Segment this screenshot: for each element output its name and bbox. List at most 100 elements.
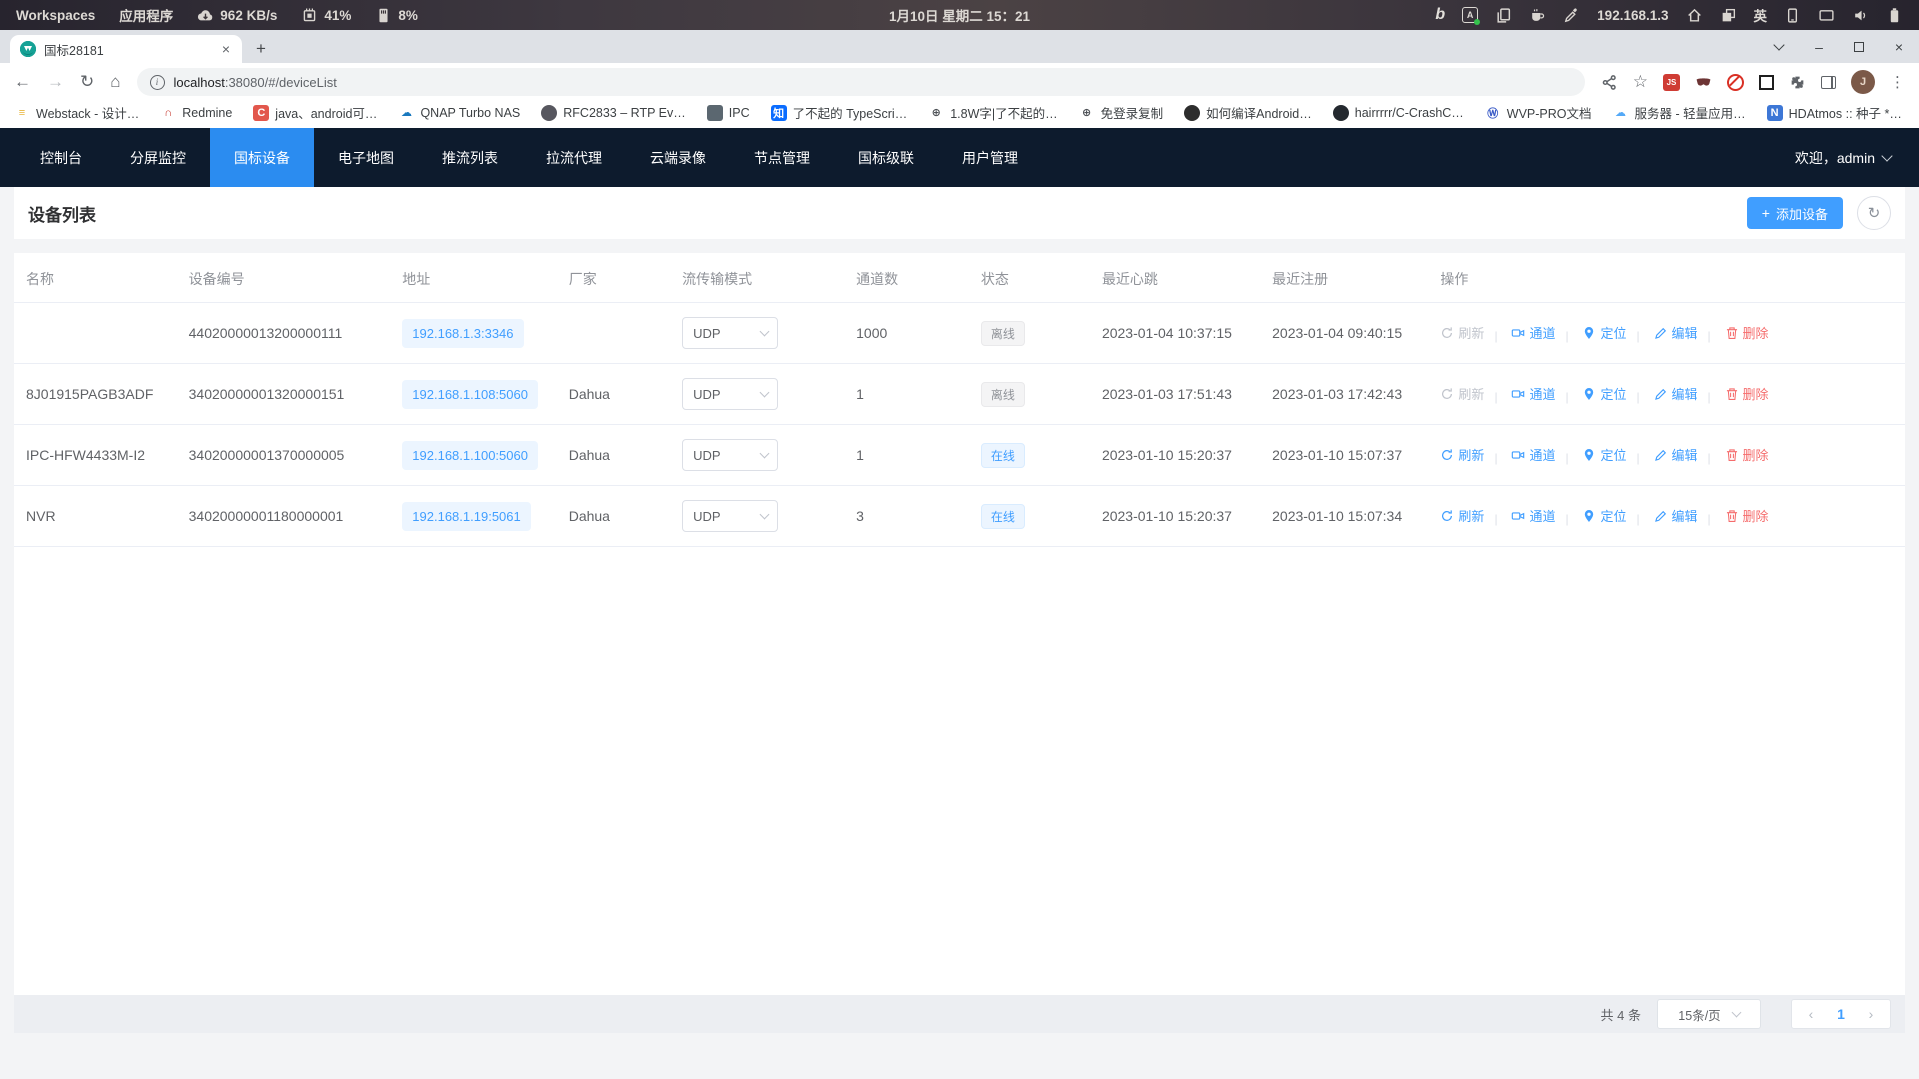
disc-icon — [541, 105, 557, 121]
locate-link[interactable]: 定位 — [1582, 323, 1626, 342]
reload-button[interactable]: ↻ — [80, 72, 94, 92]
channel-link[interactable]: 通道 — [1511, 384, 1555, 403]
memory-indicator[interactable]: 8% — [375, 7, 418, 24]
translator-icon[interactable]: A — [1462, 7, 1478, 23]
tab-close-icon[interactable]: × — [220, 41, 232, 57]
stream-mode-select[interactable]: UDP — [682, 500, 778, 532]
locate-link[interactable]: 定位 — [1582, 384, 1626, 403]
clipboard-icon[interactable] — [1495, 7, 1512, 24]
tab-search-button[interactable] — [1759, 30, 1799, 63]
locate-link[interactable]: 定位 — [1582, 445, 1626, 464]
display-icon[interactable] — [1818, 7, 1835, 24]
mask-extension-icon[interactable] — [1695, 74, 1712, 91]
nav-item-1[interactable]: 分屏监控 — [106, 128, 210, 187]
refresh-link[interactable]: 刷新 — [1440, 323, 1484, 342]
refresh-link[interactable]: 刷新 — [1440, 384, 1484, 403]
profile-avatar[interactable]: J — [1851, 70, 1875, 94]
back-button[interactable]: ← — [14, 72, 31, 92]
status-badge: 离线 — [981, 382, 1025, 407]
sidebar-icon[interactable] — [1821, 76, 1836, 89]
channel-link[interactable]: 通道 — [1511, 445, 1555, 464]
stream-mode-select[interactable]: UDP — [682, 439, 778, 471]
cpu-indicator[interactable]: 41% — [301, 7, 351, 24]
bookmark-item[interactable]: ⊕免登录复制 — [1079, 103, 1164, 122]
stream-mode-select[interactable]: UDP — [682, 378, 778, 410]
delete-link[interactable]: 删除 — [1725, 506, 1769, 525]
bookmark-item[interactable]: hairrrrr/C-CrashC… — [1333, 105, 1464, 121]
nav-item-0[interactable]: 控制台 — [16, 128, 106, 187]
nav-item-8[interactable]: 国标级联 — [834, 128, 938, 187]
delete-link[interactable]: 删除 — [1725, 445, 1769, 464]
bookmark-item[interactable]: IPC — [707, 105, 750, 121]
new-tab-button[interactable]: + — [246, 35, 276, 63]
bookmark-item[interactable]: 如何编译Android… — [1184, 103, 1312, 122]
bookmark-item[interactable]: ⊕1.8W字|了不起的… — [928, 103, 1057, 122]
nav-item-6[interactable]: 云端录像 — [626, 128, 730, 187]
address-bar[interactable]: i localhost:38080/#/deviceList — [137, 68, 1585, 96]
bookmark-item[interactable]: NHDAtmos :: 种子 *… — [1767, 103, 1902, 122]
js-extension-icon[interactable]: JS — [1663, 74, 1680, 91]
bookmark-item[interactable]: ⓌWVP-PRO文档 — [1485, 103, 1592, 122]
user-menu[interactable]: 欢迎，admin — [1795, 128, 1891, 187]
workspaces-button[interactable]: Workspaces — [16, 8, 95, 23]
square-extension-icon[interactable] — [1759, 75, 1774, 90]
edit-link[interactable]: 编辑 — [1654, 384, 1698, 403]
home-button[interactable]: ⌂ — [110, 72, 120, 92]
caffeine-cup-icon[interactable] — [1529, 7, 1546, 24]
nav-item-9[interactable]: 用户管理 — [938, 128, 1042, 187]
minimize-button[interactable]: – — [1799, 30, 1839, 63]
share-icon[interactable] — [1601, 74, 1618, 91]
nav-item-4[interactable]: 推流列表 — [418, 128, 522, 187]
battery-icon[interactable] — [1886, 7, 1903, 24]
bookmark-item[interactable]: ☁服务器 - 轻量应用… — [1613, 103, 1746, 122]
site-info-icon[interactable]: i — [150, 75, 165, 90]
b-logo-icon[interactable]: b — [1435, 6, 1445, 24]
delete-link[interactable]: 删除 — [1725, 323, 1769, 342]
current-page[interactable]: 1 — [1826, 1006, 1856, 1022]
ip-address[interactable]: 192.168.1.3 — [1597, 8, 1668, 23]
bookmark-item[interactable]: 知了不起的 TypeScri… — [771, 103, 908, 122]
pager: ‹ 1 › — [1791, 999, 1891, 1029]
edit-link[interactable]: 编辑 — [1654, 445, 1698, 464]
nav-item-3[interactable]: 电子地图 — [314, 128, 418, 187]
restore-button[interactable] — [1839, 30, 1879, 63]
edit-link[interactable]: 编辑 — [1654, 323, 1698, 342]
nav-item-7[interactable]: 节点管理 — [730, 128, 834, 187]
volume-icon[interactable] — [1852, 7, 1869, 24]
forward-button[interactable]: → — [47, 72, 64, 92]
channel-link[interactable]: 通道 — [1511, 323, 1555, 342]
refresh-link[interactable]: 刷新 — [1440, 445, 1484, 464]
bookmark-item[interactable]: ∩Redmine — [160, 105, 232, 121]
bookmark-star-icon[interactable]: ☆ — [1633, 72, 1648, 92]
bookmark-item[interactable]: Cjava、android可… — [253, 103, 377, 122]
nav-item-5[interactable]: 拉流代理 — [522, 128, 626, 187]
prev-page-button[interactable]: ‹ — [1796, 1006, 1826, 1022]
blocker-extension-icon[interactable] — [1727, 74, 1744, 91]
browser-tab[interactable]: 国标28181 × — [10, 35, 242, 63]
tablet-icon[interactable] — [1784, 7, 1801, 24]
bookmark-item[interactable]: ≡Webstack - 设计… — [14, 103, 139, 122]
windows-stack-icon[interactable] — [1720, 7, 1737, 24]
delete-link[interactable]: 删除 — [1725, 384, 1769, 403]
nav-item-2[interactable]: 国标设备 — [210, 128, 314, 187]
channel-link[interactable]: 通道 — [1511, 506, 1555, 525]
bookmark-item[interactable]: ☁QNAP Turbo NAS — [398, 105, 520, 121]
network-speed-indicator[interactable]: 962 KB/s — [197, 7, 277, 24]
home-icon[interactable] — [1686, 7, 1703, 24]
stream-mode-select[interactable]: UDP — [682, 317, 778, 349]
applications-button[interactable]: 应用程序 — [119, 5, 173, 25]
close-window-button[interactable]: × — [1879, 30, 1919, 63]
puzzle-extensions-icon[interactable] — [1789, 74, 1806, 91]
locate-link[interactable]: 定位 — [1582, 506, 1626, 525]
bookmark-item[interactable]: RFC2833 – RTP Ev… — [541, 105, 686, 121]
page-size-select[interactable]: 15条/页 — [1657, 999, 1761, 1029]
refresh-link[interactable]: 刷新 — [1440, 506, 1484, 525]
input-method-indicator[interactable]: 英 — [1754, 5, 1768, 25]
clock[interactable]: 1月10日 星期二 15：21 — [889, 5, 1030, 25]
next-page-button[interactable]: › — [1856, 1006, 1886, 1022]
edit-link[interactable]: 编辑 — [1654, 506, 1698, 525]
color-picker-icon[interactable] — [1563, 7, 1580, 24]
browser-menu-icon[interactable]: ⋮ — [1890, 73, 1905, 91]
refresh-list-button[interactable]: ↻ — [1857, 196, 1891, 230]
add-device-button[interactable]: + 添加设备 — [1747, 197, 1843, 229]
